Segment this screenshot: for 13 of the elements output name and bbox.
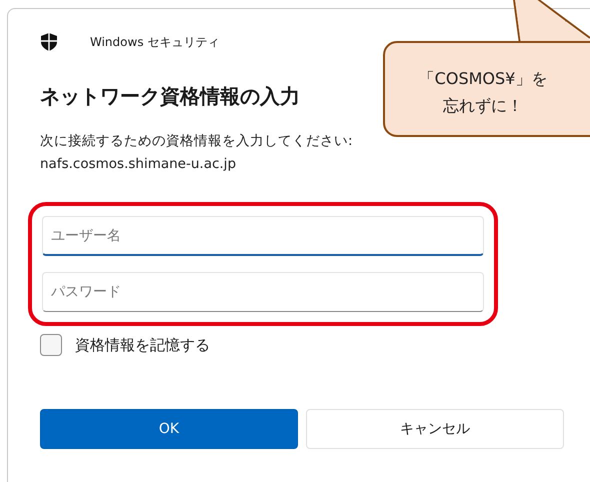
input-field[interactable]: ユーザー名 <box>42 216 484 256</box>
checkbox[interactable] <box>40 334 62 356</box>
callout-text: 「COSMOS¥」を <box>418 68 548 90</box>
description-text: 次に接続するための資格情報を入力してください: <box>40 132 354 150</box>
input-field[interactable]: パスワード <box>42 272 484 312</box>
callout-text: 忘れずに！ <box>443 95 523 117</box>
window-title: Windows セキュリティ <box>90 34 220 50</box>
ok-button[interactable]: OK <box>40 409 298 449</box>
checkbox-label: 資格情報を記憶する <box>75 336 210 354</box>
shield-icon <box>40 33 58 51</box>
dialog-heading: ネットワーク資格情報の入力 <box>40 83 300 110</box>
cancel-button[interactable]: キャンセル <box>306 409 564 449</box>
server-address: nafs.cosmos.shimane-u.ac.jp <box>40 156 238 172</box>
